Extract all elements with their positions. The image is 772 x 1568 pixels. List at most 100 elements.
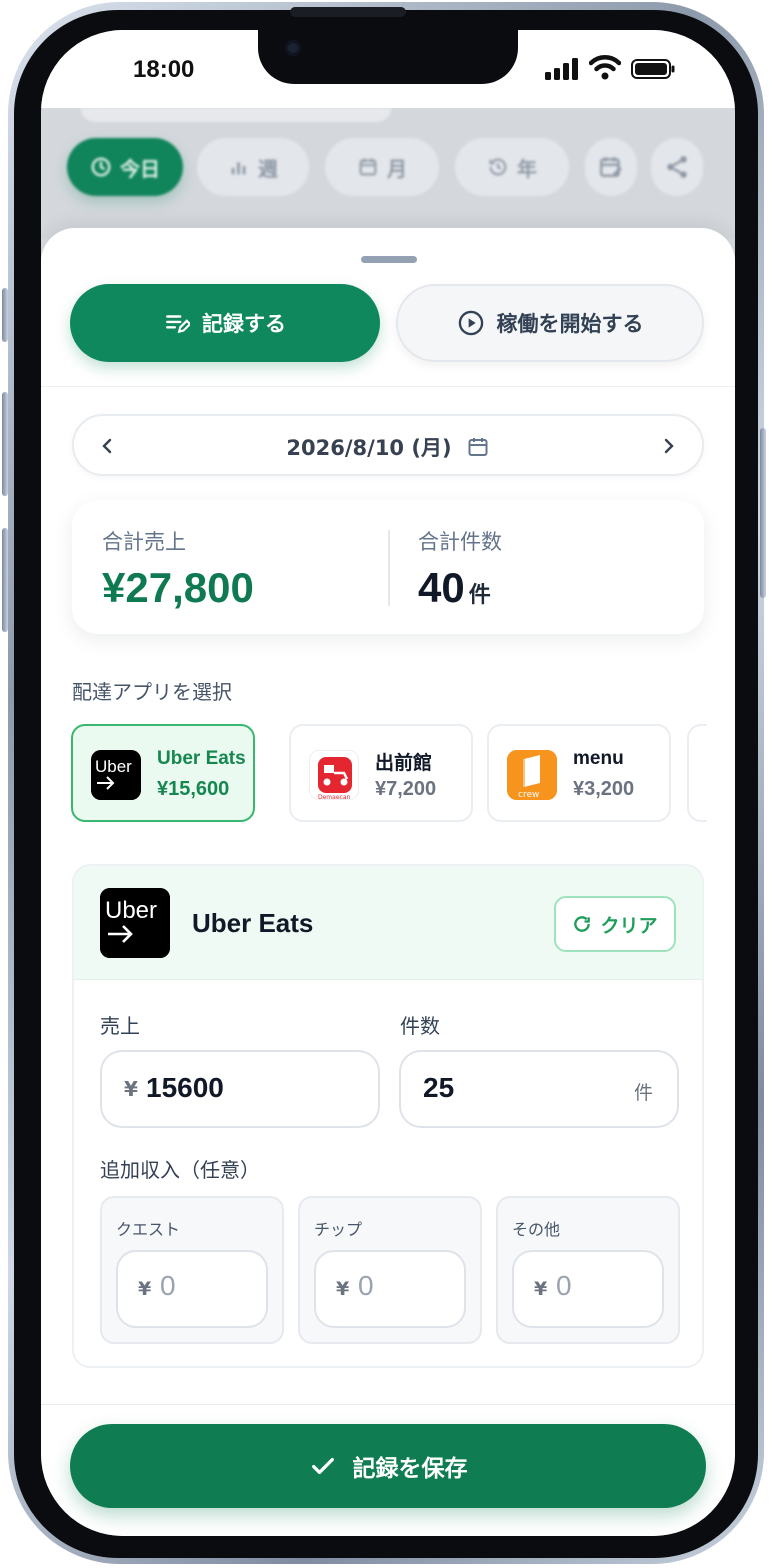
sales-input-value: 15600: [146, 1072, 224, 1103]
tab-year[interactable]: 年: [455, 138, 569, 196]
cellular-signal-icon: [545, 58, 578, 80]
front-camera: [285, 40, 301, 56]
quest-value: 0: [160, 1270, 176, 1301]
app-card-demaecan[interactable]: Demaecan 出前館 ¥7,200: [289, 724, 473, 822]
power-button: [760, 428, 766, 598]
calendar-edit-icon: [600, 157, 622, 177]
tip-input[interactable]: ¥ 0: [314, 1250, 466, 1328]
share-button[interactable]: [651, 138, 703, 196]
app-name: 出前館: [375, 753, 433, 774]
period-tab-bar: 今日 週 月 年: [67, 138, 707, 198]
volume-down-button: [2, 528, 8, 632]
uber-eats-logo: Uber: [100, 888, 170, 958]
app-amount: ¥15,600: [157, 778, 230, 800]
tab-month-label: 月: [387, 156, 407, 181]
tab-month[interactable]: 月: [325, 138, 439, 196]
app-card-more[interactable]: [687, 724, 707, 822]
currency-prefix: ¥: [336, 1278, 350, 1300]
chevron-right-icon: [664, 438, 674, 454]
count-input[interactable]: 25 件: [399, 1050, 679, 1128]
play-circle-icon: [458, 310, 483, 336]
bar-chart-icon: [231, 162, 246, 175]
other-input[interactable]: ¥ 0: [512, 1250, 664, 1328]
app-name: menu: [573, 748, 624, 769]
currency-prefix: ¥: [138, 1278, 152, 1300]
count-field-label: 件数: [400, 1014, 440, 1038]
history-icon: [489, 158, 507, 176]
app-amount: ¥3,200: [573, 778, 635, 800]
status-time: 18:00: [133, 56, 195, 83]
phone-screen: 18:00 今日 週 月 年 記録する 稼働を開始する 2026/8/10 (月…: [41, 30, 735, 1536]
tip-label: チップ: [314, 1220, 363, 1239]
app-card-menu[interactable]: crew menu ¥3,200: [487, 724, 671, 822]
total-count-row: 40 件: [418, 564, 502, 612]
date-display[interactable]: 2026/8/10 (月): [74, 432, 702, 462]
background-card-edge: [81, 108, 391, 122]
sheet-grabber[interactable]: [361, 256, 417, 263]
battery-icon: [631, 59, 675, 79]
refresh-icon: [574, 916, 591, 932]
calendar-icon: [468, 438, 488, 456]
total-sales: 合計売上 ¥27,800: [102, 526, 254, 612]
start-work-button[interactable]: 稼働を開始する: [396, 284, 704, 362]
next-day-button[interactable]: [654, 432, 682, 460]
clear-label: クリア: [600, 914, 658, 937]
currency-prefix: ¥: [534, 1278, 548, 1300]
record-button[interactable]: 記録する: [70, 284, 380, 362]
uber-logo-mark: Uber: [91, 750, 141, 800]
share-icon: [667, 156, 687, 178]
action-row: 記録する 稼働を開始する: [70, 284, 706, 364]
app-card-uber-eats[interactable]: Uber Uber Eats ¥15,600: [71, 724, 255, 822]
total-sales-label: 合計売上: [102, 530, 186, 554]
background-header: 今日 週 月 年: [41, 108, 735, 238]
quest-income-card: クエスト ¥ 0: [100, 1196, 284, 1344]
clock-icon: [91, 157, 111, 177]
quest-label: クエスト: [116, 1220, 181, 1239]
note-edit-icon: [166, 315, 190, 334]
svg-text:Uber: Uber: [105, 897, 157, 924]
notch: [258, 30, 518, 84]
record-sheet: 記録する 稼働を開始する 2026/8/10 (月) 合計売上 ¥27,800 …: [41, 228, 735, 1536]
footer-divider: [41, 1404, 735, 1405]
tab-today[interactable]: 今日: [67, 138, 183, 196]
sales-currency-prefix: ¥: [124, 1077, 138, 1101]
tab-today-label: 今日: [120, 156, 160, 181]
other-income-card: その他 ¥ 0: [496, 1196, 680, 1344]
app-selector: Uber Uber Eats ¥15,600 Demaecan 出前館 ¥7,2…: [71, 724, 707, 824]
menu-logo: crew: [507, 750, 557, 800]
mute-switch: [2, 288, 8, 342]
menu-crew-icon: crew: [507, 750, 557, 800]
save-record-label: 記録を保存: [352, 1456, 468, 1482]
date-navigator: 2026/8/10 (月): [72, 414, 704, 476]
tab-week[interactable]: 週: [197, 138, 309, 196]
other-value: 0: [556, 1270, 572, 1301]
calendar-edit-button[interactable]: [585, 138, 637, 196]
check-icon: [311, 1457, 334, 1475]
svg-text:Demaecan: Demaecan: [318, 794, 351, 800]
date-label: 2026/8/10 (月): [286, 436, 452, 460]
sales-field-label: 売上: [100, 1014, 140, 1038]
tip-value: 0: [358, 1270, 374, 1301]
summary-divider: [388, 530, 390, 606]
volume-up-button: [2, 392, 8, 496]
sales-input[interactable]: ¥ 15600: [100, 1050, 380, 1128]
total-count: 合計件数 40 件: [418, 526, 502, 612]
daily-summary-card: 合計売上 ¥27,800 合計件数 40 件: [72, 500, 704, 634]
count-input-value: 25: [423, 1072, 455, 1103]
speaker-grille: [290, 7, 406, 17]
uber-eats-logo: Uber: [91, 750, 141, 800]
tab-year-label: 年: [517, 156, 537, 181]
calendar-icon: [359, 158, 377, 176]
uber-logo-mark: Uber: [100, 888, 170, 958]
svg-text:Uber: Uber: [95, 757, 132, 776]
detail-header: Uber Uber Eats クリア: [74, 866, 702, 980]
quest-input[interactable]: ¥ 0: [116, 1250, 268, 1328]
clear-button[interactable]: クリア: [554, 896, 676, 952]
save-record-button[interactable]: 記録を保存: [70, 1424, 706, 1508]
app-name: Uber Eats: [157, 748, 246, 769]
record-button-label: 記録する: [202, 312, 286, 336]
app-amount: ¥7,200: [375, 778, 437, 800]
count-unit: 件: [633, 1082, 653, 1104]
start-work-label: 稼働を開始する: [496, 312, 644, 336]
section-divider: [41, 386, 735, 387]
